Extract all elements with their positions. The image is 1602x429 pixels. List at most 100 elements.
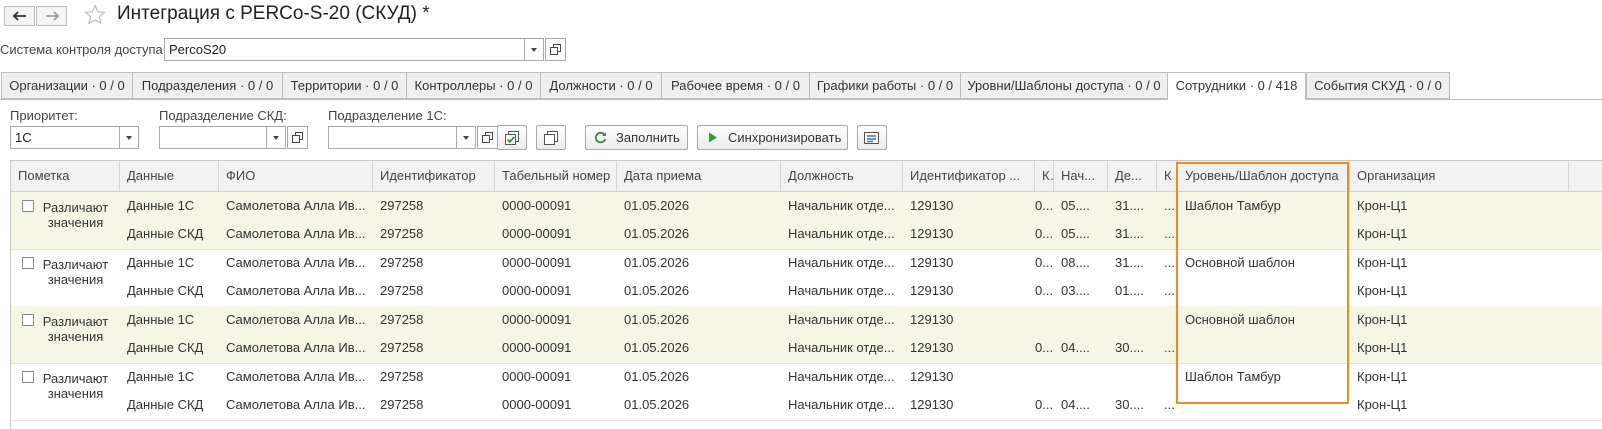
cell-position: Начальник отде... — [788, 369, 895, 384]
cell-data: Данные СКД — [127, 226, 204, 241]
cell-organization: Крон-Ц1 — [1357, 340, 1408, 355]
tab-departments[interactable]: Подразделения · 0 / 0 — [132, 72, 282, 99]
priority-label: Приоритет: — [10, 108, 78, 123]
settings-button[interactable] — [857, 125, 887, 150]
column-header-mark[interactable]: Пометка — [11, 161, 120, 191]
tab-access-levels[interactable]: Уровни/Шаблоны доступа · 0 / 0 — [960, 72, 1167, 99]
cell-organization: Крон-Ц1 — [1357, 198, 1408, 213]
tab-work-time[interactable]: Рабочее время · 0 / 0 — [661, 72, 809, 99]
cell-identifier-2: 129130 — [910, 397, 954, 412]
cell-k — [1028, 306, 1054, 334]
column-header-identifier[interactable]: Идентификатор — [373, 161, 495, 191]
column-header-start[interactable]: Нач... — [1054, 161, 1108, 191]
row-checkbox[interactable] — [22, 371, 34, 383]
check-all-icon — [505, 130, 519, 145]
cell-position: Начальник отде... — [788, 255, 895, 270]
cell-identifier: 297258 — [380, 255, 424, 270]
access-system-label: Система контроля доступа: — [0, 42, 167, 57]
employees-table: Пометка Данные ФИО Идентификатор Табельн… — [10, 160, 1602, 429]
cell-organization: Крон-Ц1 — [1357, 255, 1408, 270]
access-system-dropdown-button[interactable] — [524, 38, 544, 61]
row-checkbox[interactable] — [22, 314, 34, 326]
column-header-fio[interactable]: ФИО — [219, 161, 373, 191]
table-header: Пометка Данные ФИО Идентификатор Табельн… — [11, 161, 1602, 192]
tab-work-schedules[interactable]: Графики работы · 0 / 0 — [809, 72, 960, 99]
cell-fio: Самолетова Алла Ив... — [226, 340, 366, 355]
column-header-k[interactable]: К... — [1035, 161, 1054, 191]
cell-de: 31.... — [1115, 255, 1144, 270]
cell-hire-date: 01.05.2026 — [624, 198, 690, 213]
uncheck-all-icon — [544, 130, 558, 145]
cell-fio: Самолетова Алла Ив... — [226, 226, 366, 241]
check-all-button[interactable] — [497, 125, 527, 150]
column-header-position[interactable]: Должность — [781, 161, 903, 191]
department-1c-open-button[interactable] — [477, 126, 498, 149]
cell-fio: Самолетова Алла Ив... — [226, 255, 366, 270]
column-header-tab-number[interactable]: Табельный номер — [495, 161, 617, 191]
department-1c-input[interactable] — [328, 126, 457, 149]
cell-hire-date: 01.05.2026 — [624, 226, 690, 241]
department-1c-dropdown-button[interactable] — [456, 126, 476, 149]
fill-button[interactable]: Заполнить — [585, 125, 688, 150]
cell-position: Начальник отде... — [788, 312, 895, 327]
cell-data: Данные 1С — [127, 369, 195, 384]
cell-identifier: 297258 — [380, 397, 424, 412]
tab-organizations[interactable]: Организации · 0 / 0 — [1, 72, 132, 99]
department-1c-label: Подразделение 1С: — [328, 108, 447, 123]
cell-hire-date: 01.05.2026 — [624, 312, 690, 327]
forward-button[interactable] — [36, 6, 67, 26]
tab-skd-events[interactable]: События СКУД · 0 / 0 — [1306, 72, 1450, 99]
cell-k: 0... — [1035, 226, 1054, 241]
cell-identifier: 297258 — [380, 369, 424, 384]
cell-start — [1054, 363, 1108, 391]
tabs-baseline — [0, 99, 1602, 100]
synchronize-button[interactable]: Синхронизировать — [697, 125, 848, 150]
access-system-open-button[interactable] — [545, 38, 566, 61]
row-checkbox[interactable] — [22, 257, 34, 269]
cell-hire-date: 01.05.2026 — [624, 283, 690, 298]
column-header-de[interactable]: Де... — [1108, 161, 1157, 191]
cell-tab-number: 0000-00091 — [502, 255, 572, 270]
cell-position: Начальник отде... — [788, 198, 895, 213]
column-header-hire-date[interactable]: Дата приема — [617, 161, 781, 191]
cell-identifier: 297258 — [380, 283, 424, 298]
row-mark-text: Различают значения — [42, 257, 109, 287]
cell-organization: Крон-Ц1 — [1357, 369, 1408, 384]
column-header-k2[interactable]: К — [1157, 161, 1178, 191]
uncheck-all-button[interactable] — [536, 125, 566, 150]
cell-k2 — [1157, 306, 1178, 334]
window-title: Интеграция с PERCo-S-20 (СКУД) * — [117, 3, 430, 24]
back-button[interactable] — [4, 6, 35, 26]
cell-data: Данные 1С — [127, 255, 195, 270]
cell-de: 31.... — [1115, 226, 1144, 241]
priority-dropdown-button[interactable] — [119, 126, 139, 149]
refresh-icon — [594, 131, 607, 144]
tab-controllers[interactable]: Контроллеры · 0 / 0 — [406, 72, 540, 99]
cell-k: 0... — [1035, 397, 1054, 412]
tab-territories[interactable]: Территории · 0 / 0 — [282, 72, 406, 99]
cell-start: 05.... — [1061, 198, 1090, 213]
cell-identifier: 297258 — [380, 226, 424, 241]
list-settings-icon — [864, 131, 879, 144]
access-system-input[interactable]: PercoS20 — [164, 38, 525, 61]
row-mark-text: Различают значения — [42, 371, 109, 401]
cell-de — [1108, 306, 1157, 334]
skd-department-dropdown-button[interactable] — [266, 126, 286, 149]
skd-department-open-button[interactable] — [287, 126, 308, 149]
favorite-star-icon[interactable] — [83, 3, 107, 30]
skd-department-input[interactable] — [159, 126, 267, 149]
cell-hire-date: 01.05.2026 — [624, 340, 690, 355]
row-mark-text: Различают значения — [42, 200, 109, 230]
column-header-data[interactable]: Данные — [120, 161, 219, 191]
cell-tab-number: 0000-00091 — [502, 283, 572, 298]
row-checkbox[interactable] — [22, 200, 34, 212]
tab-employees[interactable]: Сотрудники · 0 / 418 — [1167, 72, 1306, 100]
cell-fio: Самолетова Алла Ив... — [226, 397, 366, 412]
cell-hire-date: 01.05.2026 — [624, 255, 690, 270]
column-header-organization[interactable]: Организация — [1350, 161, 1569, 191]
cell-de: 30.... — [1115, 340, 1144, 355]
priority-input[interactable]: 1С — [10, 126, 120, 149]
cell-de: 30.... — [1115, 397, 1144, 412]
column-header-identifier-2[interactable]: Идентификатор ... — [903, 161, 1035, 191]
tab-positions[interactable]: Должности · 0 / 0 — [540, 72, 661, 99]
